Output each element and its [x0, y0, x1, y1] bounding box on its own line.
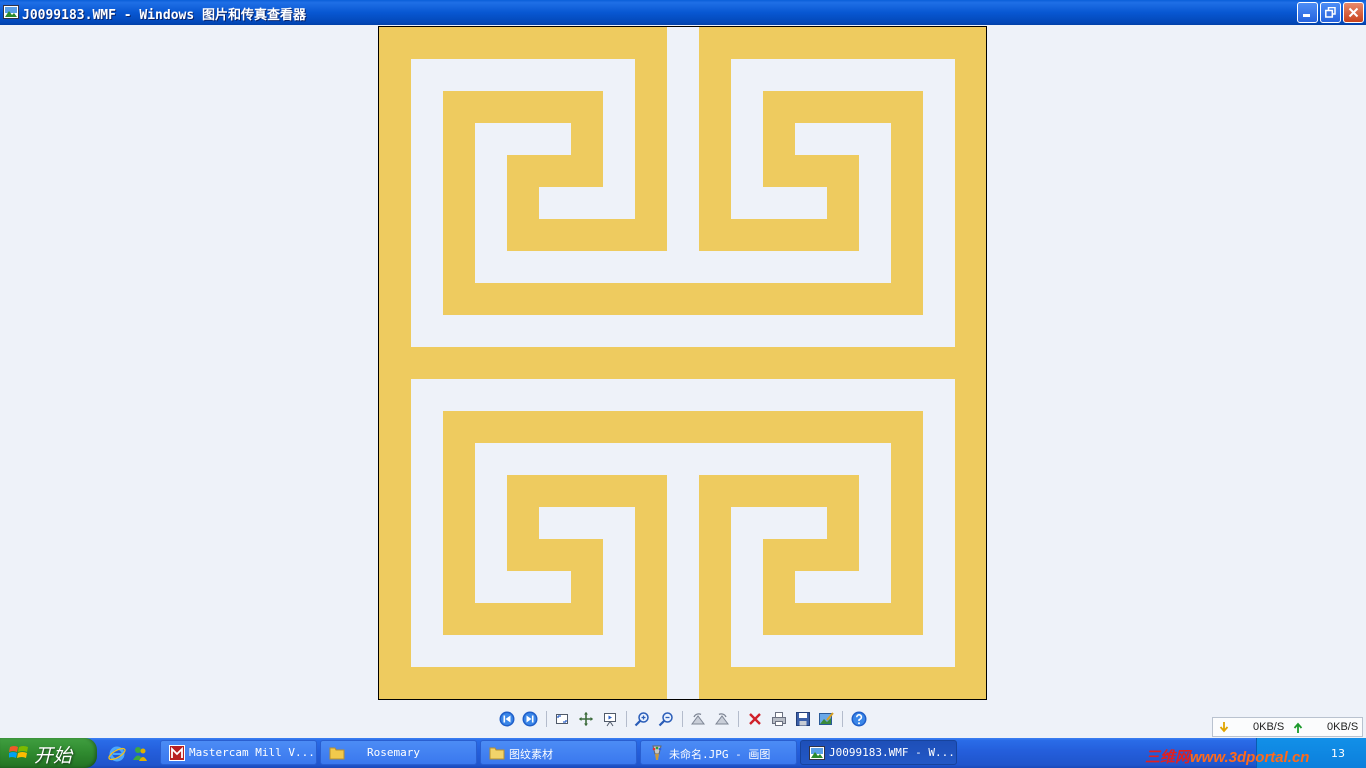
zoom-in-icon [634, 712, 649, 727]
watermark: 三维网www.3dportal.cn [1145, 746, 1309, 767]
rotate-clockwise-icon [691, 713, 705, 725]
previous-image-icon [499, 711, 515, 727]
image-viewer-icon [809, 746, 825, 760]
help-icon [851, 711, 867, 727]
internet-explorer-icon[interactable] [108, 745, 126, 763]
download-arrow-icon [1219, 722, 1229, 733]
restore-button[interactable] [1320, 2, 1341, 23]
upload-speed: 0KB/S [1327, 721, 1359, 733]
fret-pattern [379, 27, 986, 699]
print-icon [772, 712, 786, 726]
start-label: 开始 [34, 745, 73, 767]
rotate-clockwise-button[interactable] [688, 709, 708, 729]
window-title: J0099183.WMF - Windows 图片和传真查看器 [22, 8, 307, 23]
watermark-url: www.3dportal.cn [1190, 749, 1310, 766]
close-button[interactable] [1343, 2, 1364, 23]
help-button[interactable] [849, 709, 869, 729]
image-viewer-icon [3, 5, 19, 19]
upload-arrow-icon [1293, 722, 1303, 733]
save-icon [796, 712, 810, 726]
actual-size-icon [579, 712, 593, 726]
network-speed-widget[interactable]: 0KB/S 0KB/S [1212, 717, 1363, 737]
edit-image-icon [819, 712, 834, 725]
windows-logo-icon [9, 746, 28, 758]
toolbar-separator [682, 711, 683, 727]
clock: 13 [1331, 747, 1345, 760]
image-canvas[interactable] [378, 26, 987, 700]
download-speed: 0KB/S [1253, 721, 1285, 733]
title-bar[interactable]: J0099183.WMF - Windows 图片和传真查看器 [0, 0, 1366, 25]
folder-icon [329, 747, 345, 760]
task-label: 未命名.JPG - 画图 [669, 748, 771, 761]
delete-button[interactable] [745, 709, 765, 729]
edit-image-button[interactable] [816, 709, 836, 729]
zoom-out-button[interactable] [656, 709, 676, 729]
next-image-button[interactable] [520, 709, 540, 729]
best-fit-icon [556, 714, 568, 724]
task-label: Mastercam Mill V... [189, 746, 315, 759]
start-button[interactable]: 开始 [0, 738, 97, 768]
viewer-toolbar [495, 709, 875, 729]
minimize-button[interactable] [1297, 2, 1318, 23]
minimize-icon [1303, 14, 1310, 17]
task-label: Rosemary [367, 746, 420, 759]
zoom-out-icon [658, 712, 673, 727]
task-mastercam[interactable]: Mastercam Mill V... [160, 740, 317, 765]
task-label: J0099183.WMF - W... [829, 746, 955, 759]
rotate-counterclockwise-icon [715, 713, 729, 725]
close-icon [1348, 7, 1359, 18]
next-image-icon [522, 711, 538, 727]
actual-size-button[interactable] [576, 709, 596, 729]
mastercam-icon [169, 745, 185, 761]
toolbar-separator [738, 711, 739, 727]
rotate-counterclockwise-button[interactable] [712, 709, 732, 729]
task-image-viewer[interactable]: J0099183.WMF - W... [800, 740, 957, 765]
restore-icon [1325, 7, 1336, 18]
watermark-cn: 三维网 [1145, 749, 1191, 766]
messenger-icon[interactable] [131, 745, 149, 763]
task-label: 图纹素材 [509, 748, 553, 761]
save-button[interactable] [793, 709, 813, 729]
task-paint[interactable]: 未命名.JPG - 画图 [640, 740, 797, 765]
paint-icon [652, 745, 662, 760]
zoom-in-button[interactable] [632, 709, 652, 729]
previous-image-button[interactable] [497, 709, 517, 729]
task-folder-patterns[interactable]: 图纹素材 [480, 740, 637, 765]
folder-icon [489, 747, 505, 760]
best-fit-button[interactable] [552, 709, 572, 729]
toolbar-separator [546, 711, 547, 727]
fret-pattern-image [379, 27, 986, 699]
print-button[interactable] [769, 709, 789, 729]
slideshow-icon [604, 713, 616, 727]
toolbar-separator [626, 711, 627, 727]
delete-icon [749, 713, 761, 725]
task-rosemary[interactable]: Rosemary [320, 740, 477, 765]
slideshow-button[interactable] [600, 709, 620, 729]
toolbar-separator [842, 711, 843, 727]
